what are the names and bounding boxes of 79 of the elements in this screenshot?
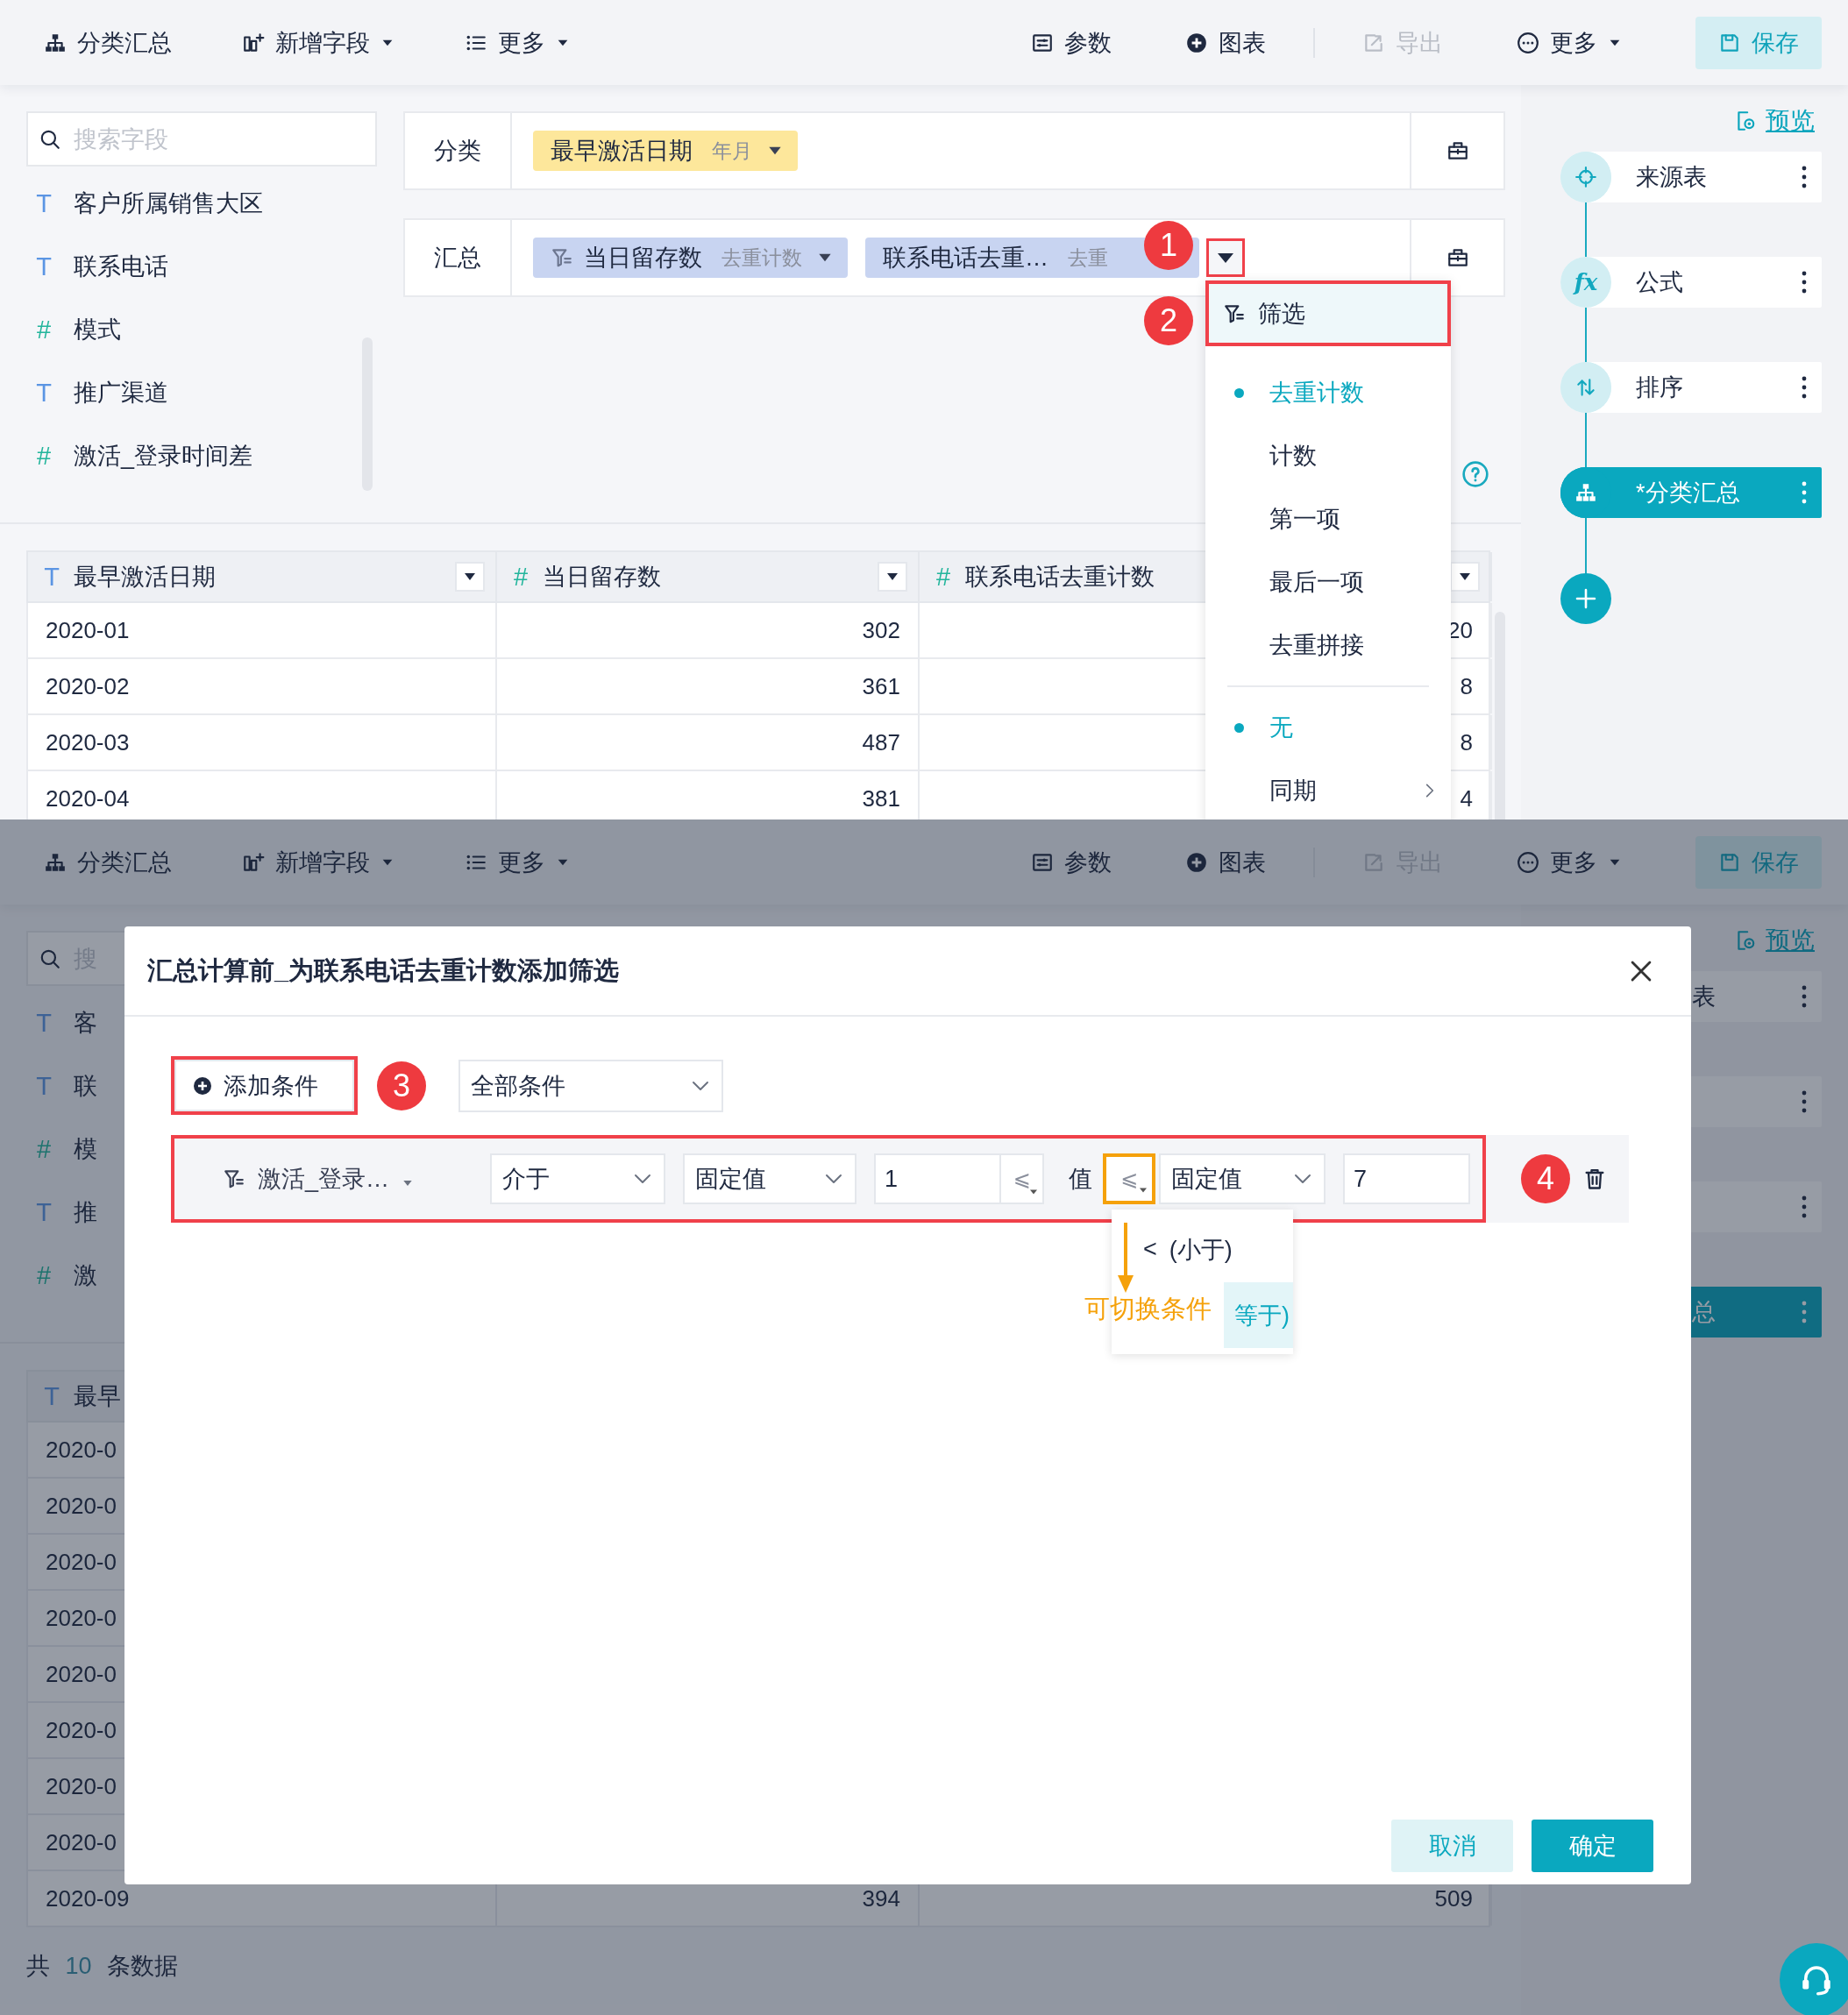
help-icon[interactable] [1461,460,1489,488]
field-chip[interactable]: 当日留存数 去重计数 [533,238,848,278]
filter-icon [551,246,573,269]
more-icon [1517,31,1539,54]
plus-circle-icon [1185,850,1208,874]
field-chip[interactable]: 最早激活日期 年月 [533,131,798,171]
column-title: 联系电话去重计数 [965,563,1155,592]
table-cell: 487 [497,715,920,770]
filter-icon [223,1167,245,1190]
crosshair-icon [1560,152,1611,202]
menu-item[interactable]: 第一项 [1205,487,1451,550]
dialog-title: 汇总计算前_为联系电话去重计数添加筛选 [147,954,620,986]
more-icon [1517,850,1539,874]
table-cell: 2020-02 [28,659,497,713]
sort-icon [1560,362,1611,413]
add-button[interactable] [1560,573,1611,624]
toolbar-button[interactable]: 更多 [465,26,570,59]
flow-node[interactable]: fx 公式 [1560,257,1822,308]
table-cell: 361 [497,659,920,713]
field-picker[interactable]: 激活_登录… [223,1163,473,1195]
add-column-icon [242,850,265,874]
toolbar-button[interactable]: 参数 [1031,26,1112,59]
toolbar-button[interactable]: 更多 [1517,846,1622,878]
flow-node[interactable]: 来源表 [1560,152,1822,202]
zone-label: 分类 [405,113,512,188]
field-item[interactable]: # 模式 [26,298,377,361]
match-select[interactable]: 全部条件 [458,1059,723,1112]
zone-label: 汇总 [405,220,512,295]
step-badge: 4 [1521,1154,1570,1203]
operator-select[interactable]: 介于 [490,1153,665,1204]
table-cell: 2020-03 [28,715,497,770]
toolbar-button[interactable]: 新增字段 [242,26,394,59]
field-item[interactable]: # 激活_登录时间差 [26,424,377,487]
value-type-select[interactable]: 固定值 [1159,1153,1326,1204]
table-cell: 302 [497,603,920,657]
toolbar-button[interactable]: 分类汇总 [44,26,172,59]
annotation-text: 可切换条件 [1084,1294,1212,1324]
add-column-icon [242,31,265,54]
type-icon: T [39,1381,65,1411]
step-badge: 2 [1144,296,1193,345]
table-cell: 2020-01 [28,603,497,657]
type-icon: T [39,562,65,592]
field-item[interactable]: T 客户所属销售大区 [26,172,377,235]
menu-item[interactable]: 筛选 [1205,280,1451,346]
toolbar-button[interactable]: 图表 [1185,26,1266,59]
column-title: 最早 [74,1382,121,1411]
toolbar-button[interactable]: 分类汇总 [44,846,172,878]
toolbox-icon[interactable] [1446,139,1469,162]
type-icon: # [508,562,534,592]
toolbar-button[interactable]: 新增字段 [242,846,394,878]
value-input[interactable]: 1 [874,1153,1001,1204]
toolbar-button[interactable]: 参数 [1031,846,1112,878]
record-count-text: 共 10 条数据 [26,1952,180,1981]
chat-button[interactable] [1780,1943,1848,2015]
toolbar-button[interactable]: 图表 [1185,846,1266,878]
column-title: 当日留存数 [543,563,661,592]
toolbox-icon[interactable] [1446,246,1469,269]
formula-icon: fx [1560,257,1611,308]
dropdown-option[interactable]: < (小于) [1112,1217,1293,1282]
kebab-icon[interactable] [1801,165,1808,189]
field-item[interactable]: T 推广渠道 [26,361,377,424]
flow-node[interactable]: 排序 [1560,362,1822,413]
toolbar-button[interactable]: 更多 [1517,26,1622,59]
field-item[interactable]: T 联系电话 [26,235,377,298]
step-badge: 3 [377,1061,426,1110]
plus-circle-icon [1185,31,1208,54]
type-icon: # [930,562,956,592]
toolbar-button[interactable]: 更多 [465,846,570,878]
kebab-icon[interactable] [1801,270,1808,294]
value-type-select[interactable]: 固定值 [683,1153,856,1204]
menu-item[interactable]: 计数 [1205,424,1451,487]
add-condition-button[interactable]: 添加条件 [174,1060,354,1111]
value-input[interactable]: 7 [1343,1153,1470,1204]
dropdown-button[interactable] [1206,238,1245,277]
kebab-icon[interactable] [1801,375,1808,400]
value-label: 值 [1069,1165,1092,1194]
scrollbar[interactable] [1495,612,1505,819]
column-title: 最早激活日期 [74,563,216,592]
plus-circle-icon [192,1075,213,1096]
